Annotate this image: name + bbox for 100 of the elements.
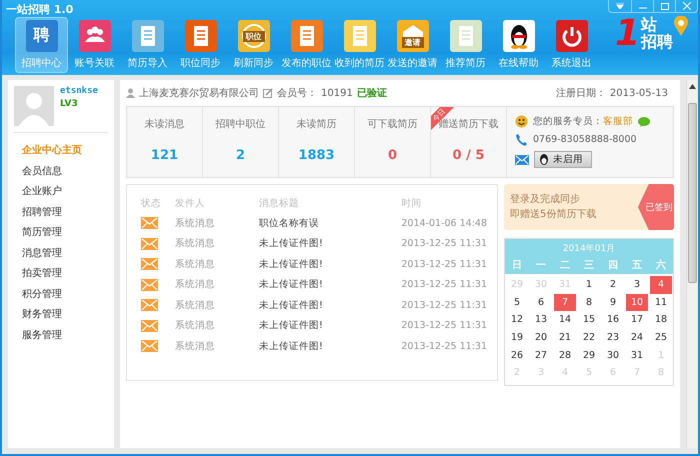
document-icon <box>184 20 216 52</box>
stat-label: 赠送简历下载 <box>438 118 498 131</box>
calendar-day[interactable]: 18 <box>650 311 672 330</box>
column-header: 状态 <box>141 196 162 210</box>
smiley-icon <box>515 115 528 128</box>
time-cell-text: 2013-12-25 11:31 <box>401 319 487 334</box>
calendar-day[interactable]: 29 <box>578 346 600 364</box>
weekday-label: 二 <box>559 259 571 273</box>
icon-label: 聘 <box>32 27 50 43</box>
stat-value: 1883 <box>298 148 335 163</box>
title-cell[interactable]: 未上传证件图! <box>259 295 402 316</box>
brand-numeral: 1 <box>614 16 640 52</box>
toolbar-button[interactable]: 职位 刷新同步 <box>228 18 279 72</box>
agent-name: 客服部 <box>603 115 633 128</box>
calendar-day[interactable]: 11 <box>650 294 672 312</box>
sidebar-item[interactable]: 会员信息 <box>14 162 108 182</box>
calendar-day[interactable]: 28 <box>554 346 576 364</box>
calendar-day[interactable]: 1 <box>578 276 600 294</box>
title-cell[interactable]: 未上传证件图! <box>259 274 402 295</box>
sidebar-item[interactable]: 招聘管理 <box>14 202 108 223</box>
register-date: 2013-05-13 <box>610 88 668 98</box>
sidebar-item[interactable]: 服务管理 <box>14 326 108 346</box>
envelope-icon <box>515 154 529 164</box>
stat-label: 未读消息 <box>144 118 184 131</box>
calendar-day[interactable]: 14 <box>554 311 576 330</box>
close-icon <box>682 2 690 10</box>
qq-button[interactable]: 未启用 <box>534 151 592 168</box>
toolbar-button[interactable]: 邀请 发送的邀请 <box>387 18 438 72</box>
document-icon <box>450 20 482 52</box>
weekday-label: 三 <box>583 259 595 273</box>
people-icon <box>78 20 110 52</box>
sidebar-item[interactable]: 企业账户 <box>14 182 108 202</box>
sidebar-item[interactable]: 简历管理 <box>14 223 108 244</box>
calendar-day[interactable]: 5 <box>506 294 528 312</box>
calendar-day[interactable]: 6 <box>530 294 552 312</box>
calendar-day[interactable]: 17 <box>626 311 648 330</box>
person-icon <box>126 88 135 98</box>
title-cell[interactable]: 未上传证件图! <box>259 336 402 356</box>
calendar-day[interactable]: 19 <box>506 329 528 347</box>
avatar-icon <box>14 86 54 126</box>
calendar-day[interactable]: 24 <box>626 329 648 347</box>
stat-value: 121 <box>150 148 178 163</box>
location-pin-icon <box>674 16 688 36</box>
weekday-label: 五 <box>631 259 643 273</box>
calendar-day[interactable]: 8 <box>578 294 600 312</box>
calendar-day[interactable]: 22 <box>578 329 600 347</box>
user-level: LV3 <box>60 99 79 109</box>
icon-label: 邀请 <box>402 37 424 48</box>
title-cell[interactable]: 未上传证件图! <box>259 234 402 254</box>
sender-cell-text: 系统消息 <box>175 319 216 334</box>
sidebar-item[interactable]: 消息管理 <box>14 244 108 264</box>
document-icon <box>344 20 376 52</box>
calendar-day[interactable]: 25 <box>650 329 672 347</box>
phone-icon <box>515 133 528 146</box>
calendar-day[interactable]: 26 <box>506 346 528 364</box>
sidebar-item[interactable]: 财务管理 <box>14 305 108 326</box>
company-name: 上海麦克赛尔贸易有限公司 <box>139 86 259 100</box>
calendar-day[interactable]: 31 <box>626 346 648 364</box>
title-cell[interactable]: 未上传证件图! <box>259 316 402 336</box>
stat-value: 2 <box>236 148 246 163</box>
title-cell[interactable]: 职位名称有误 <box>259 213 402 234</box>
title-cell[interactable]: 未上传证件图! <box>259 254 402 274</box>
calendar-day[interactable]: 2 <box>602 276 624 294</box>
phone-number: 0769-83058888-8000 <box>533 134 637 145</box>
stat-label: 可下载简历 <box>368 118 418 131</box>
scroll-up-icon[interactable] <box>689 84 696 89</box>
calendar-day[interactable]: 23 <box>602 329 624 347</box>
time-cell-text: 2013-12-25 11:31 <box>401 237 487 252</box>
sidebar-item[interactable]: 拍卖管理 <box>14 264 108 284</box>
envelope-icon <box>141 258 158 270</box>
time-cell-text: 2014-01-06 14:48 <box>401 216 487 231</box>
envelope-icon <box>141 217 158 230</box>
stat-label: 招聘中职位 <box>216 118 266 131</box>
toolbar-button[interactable]: 聘 招聘中心 <box>16 18 67 72</box>
window-title: 一站招聘 1.0 <box>6 2 74 16</box>
calendar-day[interactable]: 9 <box>602 294 624 312</box>
calendar-day[interactable]: 16 <box>602 311 624 330</box>
calendar-day[interactable]: 21 <box>554 329 576 347</box>
envelope-icon <box>141 278 158 291</box>
time-cell-text: 2013-12-25 11:31 <box>401 258 487 272</box>
calendar-day[interactable]: 27 <box>530 346 552 364</box>
weekday-label: 一 <box>535 259 547 273</box>
calendar-day[interactable]: 20 <box>530 329 552 347</box>
calendar-day[interactable]: 30 <box>602 346 624 364</box>
agent-label: 您的服务专员： <box>533 115 603 128</box>
sender-cell-text: 系统消息 <box>175 278 216 292</box>
column-header: 发件人 <box>175 196 206 210</box>
calendar-day[interactable]: 3 <box>626 276 648 294</box>
calendar-day[interactable]: 13 <box>530 311 552 330</box>
signin-text: 即赠送5份简历下载 <box>510 208 596 222</box>
member-label: 会员号： <box>277 87 317 100</box>
calendar-day[interactable]: 15 <box>578 311 600 330</box>
penguin-icon <box>539 154 549 165</box>
sidebar-item[interactable]: 积分管理 <box>14 284 108 305</box>
scrollbar-thumb[interactable] <box>688 103 697 283</box>
user-name: etsnkse <box>60 86 98 96</box>
calendar-day[interactable]: 12 <box>506 311 528 330</box>
document-icon <box>132 20 164 52</box>
caret-icon <box>616 3 624 9</box>
chat-bubble-icon <box>638 116 650 126</box>
